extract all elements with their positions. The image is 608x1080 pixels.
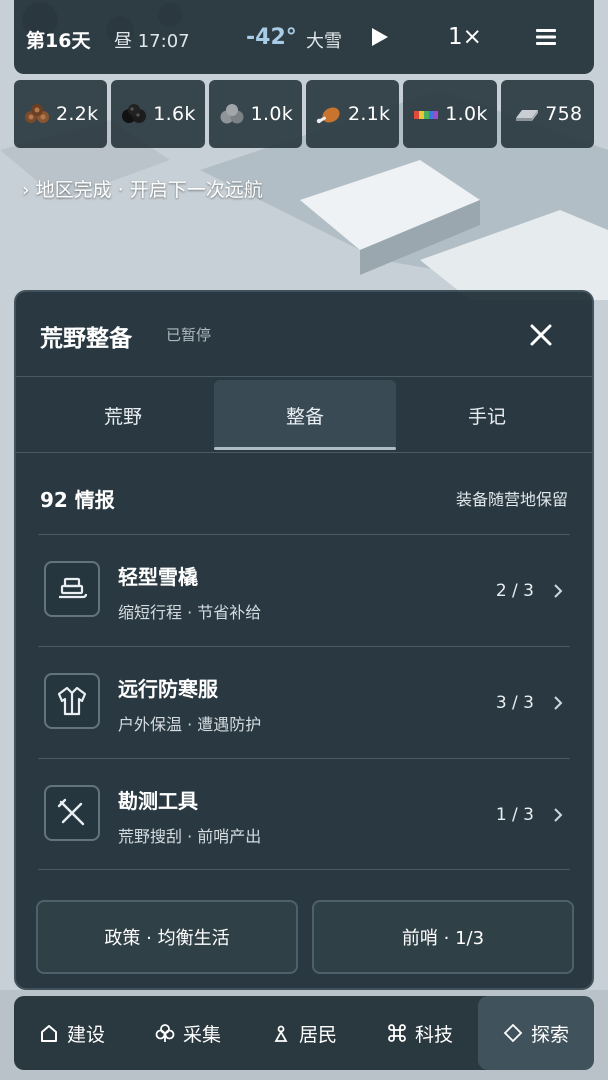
residents-icon <box>274 1025 288 1042</box>
time-of-day: 昼 17:07 <box>114 31 190 52</box>
speed-button[interactable]: 1× <box>448 24 482 50</box>
paused-badge: 已暂停 <box>166 326 212 344</box>
coat-icon <box>57 686 87 716</box>
panel-tabs: 荒野 整备 手记 <box>32 380 578 450</box>
equipment-item-coat[interactable]: 远行防寒服 户外保温 · 遭遇防护 3 / 3 <box>38 646 570 758</box>
nav-label: 探索 <box>530 1023 569 1046</box>
sled-icon <box>59 577 88 599</box>
equipment-name: 远行防寒服 <box>118 677 218 701</box>
resource-textile-value: 1.0k <box>445 103 488 125</box>
resource-stone-value: 1.0k <box>250 103 294 125</box>
tools-icon <box>57 798 85 826</box>
nav-residents[interactable]: 居民 <box>246 996 362 1070</box>
nav-gather[interactable]: 采集 <box>130 996 246 1070</box>
play-icon[interactable] <box>368 26 390 48</box>
equipment-item-sled[interactable]: 轻型雪橇 缩短行程 · 节省补给 2 / 3 <box>38 534 570 646</box>
region-complete-notice[interactable]: › 地区完成 · 开启下一次远航 <box>22 175 263 202</box>
resource-stone[interactable]: 1.0k <box>208 80 302 148</box>
nav-build[interactable]: 建设 <box>14 996 130 1070</box>
equipment-level: 3 / 3 <box>495 693 534 713</box>
tabs-divider <box>16 452 592 453</box>
header-divider <box>16 376 592 377</box>
meat-icon <box>316 107 340 124</box>
gather-icon <box>155 1024 175 1042</box>
resource-coal[interactable]: 1.6k <box>111 80 205 148</box>
equipment-desc: 缩短行程 · 节省补给 <box>118 603 262 622</box>
equipment-keep-note: 装备随营地保留 <box>455 490 568 509</box>
equipment-desc: 荒野搜刮 · 前哨产出 <box>118 827 262 846</box>
resource-wood-value: 2.2k <box>55 103 99 125</box>
tech-icon <box>388 1024 406 1042</box>
equipment-level: 2 / 3 <box>495 581 534 601</box>
tab-journal[interactable]: 手记 <box>396 380 578 450</box>
panel-title: 荒野整备 <box>40 326 132 352</box>
menu-icon[interactable] <box>536 28 556 46</box>
equipment-list: 轻型雪橇 缩短行程 · 节省补给 2 / 3 远行防寒服 户外保温 · 遭遇防护… <box>38 534 570 870</box>
stone-icon <box>220 104 244 124</box>
day-counter: 第16天 <box>26 30 91 52</box>
textile-icon <box>414 111 439 119</box>
resource-wood[interactable]: 2.2k <box>14 80 108 148</box>
equipment-item-tools[interactable]: 勘测工具 荒野搜刮 · 前哨产出 1 / 3 <box>38 758 570 870</box>
intel-count: 92 情报 <box>40 488 115 512</box>
resource-coal-value: 1.6k <box>153 103 196 125</box>
equipment-desc: 户外保温 · 遭遇防护 <box>118 715 262 734</box>
resource-meat-value: 2.1k <box>347 103 391 125</box>
nav-tech[interactable]: 科技 <box>362 996 478 1070</box>
explore-icon <box>503 1023 523 1043</box>
wood-icon <box>24 104 49 123</box>
status-bar: 第16天 昼 17:07 -42° 大雪 1× <box>14 0 594 74</box>
tab-wilderness[interactable]: 荒野 <box>32 380 214 450</box>
nav-label: 居民 <box>298 1023 337 1046</box>
nav-label: 科技 <box>414 1023 453 1046</box>
wilderness-prep-panel: 荒野整备 已暂停 荒野 整备 手记 92 情报 装备随营地保留 轻型雪橇 缩短行… <box>14 290 594 990</box>
resource-textile[interactable]: 1.0k <box>403 80 497 148</box>
outpost-button[interactable]: 前哨 · 1/3 <box>312 900 574 974</box>
resource-steel[interactable]: 758 <box>500 80 594 148</box>
policy-button[interactable]: 政策 · 均衡生活 <box>36 900 298 974</box>
temperature: -42° <box>246 25 297 50</box>
nav-label: 建设 <box>66 1023 105 1046</box>
weather-label: 大雪 <box>306 31 342 52</box>
coal-icon <box>122 104 147 123</box>
build-icon <box>40 1025 57 1042</box>
bottom-nav: 建设 采集 居民 科技 探索 <box>14 996 594 1070</box>
chevron-right-icon <box>554 696 563 710</box>
chevron-right-icon <box>554 584 563 598</box>
resource-meat[interactable]: 2.1k <box>305 80 400 148</box>
nav-explore[interactable]: 探索 <box>478 996 594 1070</box>
equipment-level: 1 / 3 <box>495 805 534 825</box>
equipment-name: 轻型雪橇 <box>118 565 198 589</box>
close-icon[interactable] <box>528 322 554 348</box>
tab-prep[interactable]: 整备 <box>214 380 396 450</box>
chevron-right-icon <box>554 808 563 822</box>
nav-label: 采集 <box>182 1023 221 1046</box>
steel-icon <box>516 110 539 121</box>
resource-steel-value: 758 <box>545 103 583 125</box>
equipment-name: 勘测工具 <box>118 789 198 813</box>
resource-bar: 2.2k 1.6k 1.0k 2.1k 1.0k 758 <box>14 80 594 148</box>
